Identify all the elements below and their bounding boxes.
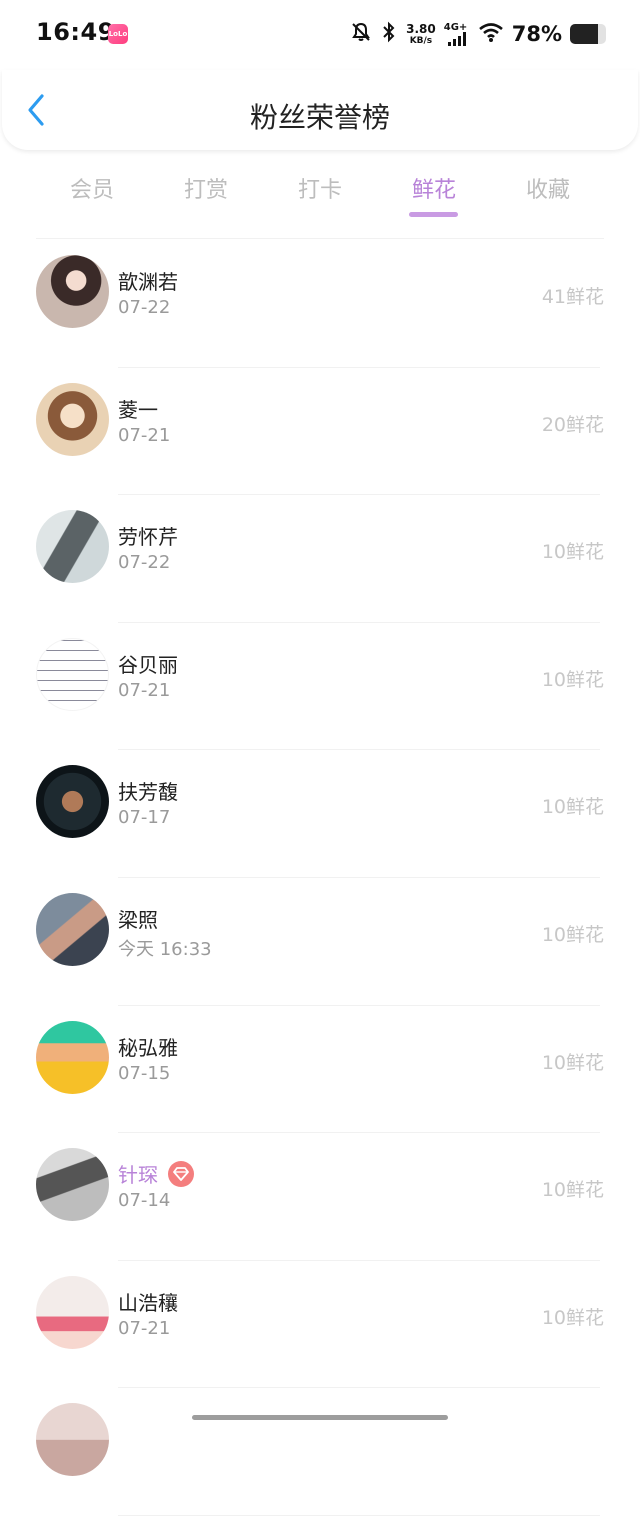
avatar[interactable]: [36, 637, 109, 711]
status-icons: 3.80 KB/s 4G+ 78%: [350, 18, 606, 50]
avatar[interactable]: [36, 1148, 109, 1222]
flower-count: 10鲜花: [541, 796, 604, 819]
fan-date: 07-21: [118, 679, 171, 701]
list-item[interactable]: 梁照 今天 16:33 10鲜花: [0, 878, 640, 1006]
app-notification-icon: LoLo: [108, 24, 128, 44]
mute-bell-icon: [350, 21, 372, 47]
home-indicator[interactable]: [192, 1415, 448, 1420]
list-item[interactable]: 扶芳馥 07-17 10鲜花: [0, 750, 640, 878]
status-time: 16:49: [36, 18, 115, 46]
flower-count: 41鲜花: [541, 286, 604, 308]
status-bar: 16:49 LoLo 3.80 KB/s 4G+ 78%: [0, 0, 640, 70]
wifi-icon: [478, 21, 504, 47]
list-item-partial[interactable]: [0, 1388, 640, 1516]
tab-favorites[interactable]: 收藏: [526, 172, 570, 204]
list-item[interactable]: 山浩穰 07-21 10鲜花: [0, 1261, 640, 1389]
flower-count: 10鲜花: [541, 923, 604, 946]
fan-name: 劳怀芹: [118, 525, 178, 550]
fan-name: 针琛: [118, 1163, 158, 1188]
net-speed: 3.80 KB/s: [406, 21, 436, 46]
fan-date: 07-14: [118, 1190, 171, 1212]
tab-flowers[interactable]: 鲜花: [412, 172, 456, 204]
list-item[interactable]: 谷贝丽 07-21 10鲜花: [0, 623, 640, 751]
bluetooth-icon: [380, 20, 398, 48]
divider: [36, 238, 604, 239]
avatar[interactable]: [36, 765, 109, 839]
flower-count: 10鲜花: [541, 668, 604, 691]
fan-date: 07-22: [118, 297, 171, 318]
tab-checkin[interactable]: 打卡: [298, 172, 342, 204]
avatar[interactable]: [36, 255, 109, 328]
flower-count: 10鲜花: [541, 541, 604, 564]
list-item[interactable]: 针琛 07-14 10鲜花: [0, 1133, 640, 1261]
list-item[interactable]: 菱一 07-21 20鲜花: [0, 368, 640, 496]
flower-count: 10鲜花: [541, 1306, 604, 1329]
avatar[interactable]: [36, 892, 109, 966]
diamond-vip-icon: [168, 1160, 194, 1187]
active-tab-indicator: [409, 212, 458, 217]
fan-date: 今天 16:33: [118, 938, 212, 960]
page-title: 粉丝荣誉榜: [249, 101, 390, 134]
tab-rewards[interactable]: 打赏: [184, 172, 228, 204]
fan-date: 07-21: [118, 1317, 171, 1339]
avatar[interactable]: [36, 382, 109, 456]
avatar[interactable]: [36, 1020, 109, 1094]
avatar[interactable]: [36, 1275, 109, 1349]
signal-icon: 4G+: [444, 22, 470, 46]
fan-date: 07-15: [118, 1062, 171, 1084]
list-item[interactable]: 劳怀芹 07-22 10鲜花: [0, 495, 640, 623]
fan-name: 山浩穰: [118, 1290, 178, 1315]
battery-percent: 78%: [511, 22, 562, 46]
fan-date: 07-22: [118, 552, 171, 574]
fan-date: 07-21: [118, 424, 171, 446]
list-item[interactable]: 歆渊若 07-22 41鲜花: [0, 240, 640, 368]
fan-name: 扶芳馥: [118, 780, 178, 805]
flower-count: 10鲜花: [541, 1179, 604, 1202]
fan-name: 谷贝丽: [118, 652, 178, 677]
tab-bar: 会员 打赏 打卡 鲜花 收藏: [0, 150, 640, 230]
fan-date: 07-17: [118, 807, 171, 829]
list-item[interactable]: 秘弘雅 07-15 10鲜花: [0, 1006, 640, 1134]
avatar[interactable]: [36, 510, 109, 584]
battery-icon: [570, 24, 606, 44]
fan-name: 歆渊若: [118, 270, 178, 294]
avatar[interactable]: [36, 1403, 109, 1477]
fan-name: 秘弘雅: [118, 1035, 178, 1060]
top-bar: 粉丝荣誉榜: [2, 70, 638, 150]
flower-count: 20鲜花: [541, 413, 604, 436]
fan-name: 梁照: [118, 907, 158, 932]
fan-ranking-list: 歆渊若 07-22 41鲜花 菱一 07-21 20鲜花 劳怀芹 07-22 1…: [0, 240, 640, 1516]
tab-members[interactable]: 会员: [70, 172, 114, 204]
fan-name: 菱一: [118, 397, 158, 422]
flower-count: 10鲜花: [541, 1051, 604, 1074]
